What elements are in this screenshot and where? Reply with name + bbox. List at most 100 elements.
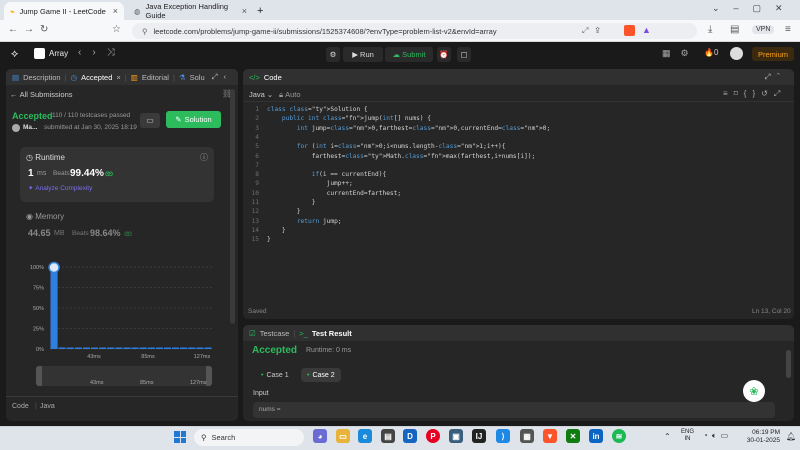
notepad-icon[interactable]: ▦ xyxy=(520,429,534,443)
tab-editorial[interactable]: Editorial xyxy=(142,73,169,82)
close-icon[interactable]: × xyxy=(242,6,247,16)
pinterest-icon[interactable]: P xyxy=(426,429,440,443)
runtime-bar xyxy=(99,347,107,349)
runtime-bar xyxy=(58,347,66,349)
range-handle-left[interactable] xyxy=(36,366,42,386)
layout-settings-icons[interactable]: ▦⚙ xyxy=(662,48,699,59)
tab-accepted[interactable]: Accepted xyxy=(81,73,112,82)
notification-bell-icon[interactable]: 🔔︎ xyxy=(786,432,796,441)
photos-icon[interactable]: ▣ xyxy=(449,429,463,443)
download-icon[interactable]: ⤓ xyxy=(708,24,712,35)
avatar[interactable] xyxy=(730,47,743,60)
windows-start-icon[interactable] xyxy=(174,431,186,443)
problem-list-title[interactable]: Array xyxy=(49,49,68,58)
editor-tools[interactable]: ≡⌑{}↺⤢ xyxy=(723,89,786,99)
spotify-icon[interactable]: ≋ xyxy=(612,429,626,443)
solution-button[interactable]: ✎ Solution xyxy=(166,111,221,128)
close-icon[interactable]: × xyxy=(116,73,120,82)
code-panel: </> Code ⤢⌃ Java ⌄ 🔒︎ Auto ≡⌑{}↺⤢ 1 class… xyxy=(243,69,794,319)
info-icon[interactable]: ⓘ xyxy=(200,152,208,163)
reload-icon[interactable]: ↻ xyxy=(40,24,48,35)
username[interactable]: Ma... xyxy=(23,124,37,131)
tab-solutions[interactable]: Solu xyxy=(190,73,205,82)
forward-icon[interactable]: → xyxy=(24,24,34,35)
all-submissions-link[interactable]: ← All Submissions xyxy=(10,90,73,99)
runtime-bar xyxy=(147,347,155,349)
beats-label: Beats xyxy=(72,230,89,237)
input-value[interactable]: nums = xyxy=(253,402,775,418)
panel-controls[interactable]: ⤢⌃ xyxy=(764,72,786,82)
language-select[interactable]: Java ⌄ xyxy=(249,90,273,99)
tab-test-result[interactable]: Test Result xyxy=(312,329,352,338)
dell-icon[interactable]: D xyxy=(403,429,417,443)
window-controls[interactable]: ⌄–▢✕ xyxy=(712,3,797,14)
debug-icon[interactable]: ⚙ xyxy=(326,47,340,62)
taskbar-search[interactable]: ⚲ Search xyxy=(194,429,304,446)
chevron-up-icon[interactable]: ⌃ xyxy=(664,432,671,441)
code-editor[interactable]: 1 class class="ty">Solution {2 public int… xyxy=(243,106,783,246)
mini-tick: 127ms xyxy=(190,380,207,386)
beats-label: Beats xyxy=(53,170,70,177)
tab-java-guide[interactable]: ◍ Java Exception Handling Guide × xyxy=(128,2,253,20)
back-icon[interactable]: ← xyxy=(8,24,18,35)
runtime-bar xyxy=(155,347,163,349)
runtime-bar xyxy=(50,267,58,349)
close-icon[interactable]: × xyxy=(113,6,118,16)
assistant-bubble-icon[interactable]: ❀ xyxy=(743,380,765,402)
store-icon[interactable]: ▤ xyxy=(381,429,395,443)
language-indicator[interactable]: ENG IN xyxy=(681,429,694,443)
case-1-tab[interactable]: • Case 1 xyxy=(255,368,295,382)
range-selector[interactable] xyxy=(36,366,212,386)
run-button[interactable]: ▶ Run xyxy=(343,47,383,62)
notebook-icon[interactable]: ▭ xyxy=(140,113,160,128)
line-number: 12 xyxy=(251,208,259,216)
prev-next-shuffle[interactable]: ‹›⤨ xyxy=(78,47,126,58)
auto-mode[interactable]: 🔒︎ Auto xyxy=(279,90,301,100)
system-tray-icons[interactable]: ◔🔈︎▭ xyxy=(703,431,732,441)
clock[interactable]: 06:19 PM 30-01-2025 xyxy=(742,429,780,445)
panel-controls[interactable]: ⤢‹ xyxy=(212,72,233,82)
site-info-icon[interactable]: ⚲ xyxy=(142,27,148,36)
memory-chip-icon: ◉ xyxy=(26,212,36,221)
case-2-tab[interactable]: • Case 2 xyxy=(301,368,341,382)
brave-icon[interactable]: ▼ xyxy=(543,429,557,443)
submit-button[interactable]: ☁ Submit xyxy=(385,47,433,62)
code-label: Code xyxy=(12,403,29,410)
runtime-value: 1 xyxy=(28,168,34,179)
linkedin-icon[interactable]: in xyxy=(589,429,603,443)
premium-button[interactable]: Premium xyxy=(752,47,794,61)
tab-testcase[interactable]: Testcase xyxy=(260,329,290,338)
menu-icon[interactable]: ≡ xyxy=(785,24,791,35)
clock-icon: ◷ xyxy=(70,72,78,82)
line-number: 4 xyxy=(255,133,259,141)
tab-description[interactable]: Description xyxy=(23,73,61,82)
analyze-complexity-link[interactable]: ✦ Analyze Complexity xyxy=(28,184,92,192)
scrollbar[interactable] xyxy=(786,350,791,378)
copilot-icon[interactable]: ◕ xyxy=(313,429,327,443)
url-actions[interactable]: ⤢⇪ xyxy=(582,26,607,36)
code-text: int jump=class="nm">0,farthest=class="nm… xyxy=(296,124,551,132)
bookmark-icon[interactable]: ☆ xyxy=(112,24,121,35)
leetcode-logo-icon[interactable]: ⟡ xyxy=(11,48,18,61)
xbox-icon[interactable]: ✕ xyxy=(566,429,580,443)
url-text[interactable]: leetcode.com/problems/jump-game-ii/submi… xyxy=(154,27,497,36)
timer-icon[interactable]: ⏰ xyxy=(437,47,451,62)
edge-icon[interactable]: e xyxy=(358,429,372,443)
tab-leetcode[interactable]: ⌁ Jump Game II - LeetCode × xyxy=(4,2,124,20)
extensions-icon[interactable]: ▤ xyxy=(730,24,739,35)
notes-icon[interactable]: ▢ xyxy=(457,47,471,62)
brave-shield-icon[interactable] xyxy=(624,25,635,36)
intellij-icon[interactable]: IJ xyxy=(472,429,486,443)
new-tab-button[interactable]: + xyxy=(255,2,269,20)
rewards-icon[interactable]: ▲ xyxy=(642,25,651,35)
separator: | xyxy=(35,403,37,410)
scrollbar[interactable] xyxy=(230,89,235,324)
vscode-icon[interactable]: ⟩ xyxy=(496,429,510,443)
url-bar[interactable]: ⚲ leetcode.com/problems/jump-game-ii/sub… xyxy=(132,23,697,39)
memory-label[interactable]: ◉ Memory xyxy=(26,212,64,221)
memory-value: 44.65 xyxy=(28,228,51,238)
file-explorer-icon[interactable]: ▭ xyxy=(336,429,350,443)
your-submission-marker xyxy=(48,261,60,274)
vpn-badge[interactable]: VPN xyxy=(752,25,775,34)
streak-counter[interactable]: 🔥0 xyxy=(704,48,718,57)
